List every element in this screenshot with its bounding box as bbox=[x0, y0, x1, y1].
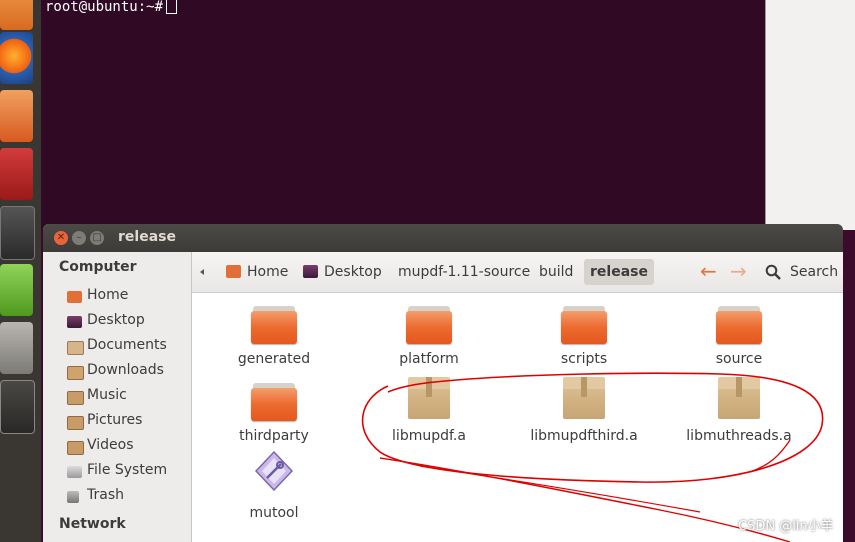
breadcrumb-desktop[interactable]: Desktop bbox=[303, 261, 382, 283]
folder-icon bbox=[561, 306, 607, 344]
sidebar-item-downloads[interactable]: Downloads bbox=[67, 361, 189, 383]
search-icon[interactable] bbox=[765, 264, 781, 280]
close-icon[interactable]: ✕ bbox=[54, 231, 68, 245]
file-item[interactable]: libmupdf.a bbox=[359, 370, 499, 444]
file-manager-window: ✕ – □ release Computer Home Desktop Docu… bbox=[43, 224, 843, 542]
package-icon bbox=[718, 377, 760, 419]
trash-icon bbox=[67, 491, 79, 503]
filesystem-icon bbox=[67, 466, 82, 478]
file-item[interactable]: generated bbox=[204, 293, 344, 367]
sidebar-item-documents[interactable]: Documents bbox=[67, 336, 189, 358]
forward-arrow-icon[interactable]: → bbox=[730, 260, 747, 282]
sidebar-item-pictures[interactable]: Pictures bbox=[67, 411, 189, 433]
file-item[interactable]: libmuthreads.a bbox=[669, 370, 809, 444]
breadcrumb-mupdf-source[interactable]: mupdf-1.11-source bbox=[398, 261, 530, 283]
terminal-window[interactable]: root@ubuntu:~# bbox=[41, 0, 765, 230]
file-item[interactable]: platform bbox=[359, 293, 499, 367]
downloads-icon bbox=[67, 366, 84, 380]
pictures-icon bbox=[67, 416, 84, 430]
window-titlebar[interactable]: ✕ – □ release bbox=[43, 224, 843, 252]
file-item[interactable]: source bbox=[669, 293, 809, 367]
file-item[interactable]: scripts bbox=[514, 293, 654, 367]
package-icon bbox=[563, 377, 605, 419]
breadcrumb-build[interactable]: build bbox=[539, 261, 573, 283]
file-item[interactable]: mutool bbox=[204, 447, 344, 521]
folder-icon bbox=[251, 383, 297, 421]
home-folder-icon bbox=[67, 291, 82, 303]
unity-launcher bbox=[0, 0, 41, 542]
search-button[interactable]: Search bbox=[790, 261, 838, 283]
back-arrow-icon[interactable]: ← bbox=[700, 260, 717, 282]
videos-icon bbox=[67, 441, 84, 455]
launcher-workspace-switcher-icon[interactable] bbox=[0, 380, 35, 434]
folder-icon bbox=[406, 306, 452, 344]
window-title: release bbox=[118, 229, 176, 245]
sidebar-item-music[interactable]: Music bbox=[67, 386, 189, 408]
home-folder-icon bbox=[226, 265, 241, 278]
file-item[interactable]: thirdparty bbox=[204, 370, 344, 444]
terminal-prompt: root@ubuntu:~# bbox=[45, 0, 164, 15]
breadcrumb-home[interactable]: Home bbox=[226, 261, 288, 283]
sidebar-item-videos[interactable]: Videos bbox=[67, 436, 189, 458]
sidebar-heading-computer: Computer bbox=[59, 259, 137, 275]
terminal-cursor bbox=[166, 0, 178, 14]
launcher-system-tool-icon[interactable] bbox=[0, 322, 33, 374]
maximize-icon[interactable]: □ bbox=[90, 231, 104, 245]
launcher-qt-creator-icon[interactable] bbox=[0, 264, 33, 316]
file-view: generated platform scripts source thirdp… bbox=[192, 293, 843, 542]
terminal-text: root@ubuntu:~# bbox=[45, 0, 178, 15]
sidebar-item-trash[interactable]: Trash bbox=[67, 486, 189, 508]
watermark: CSDN @lin小羊 bbox=[738, 519, 834, 534]
documents-icon bbox=[67, 341, 84, 355]
sidebar-heading-network: Network bbox=[59, 516, 126, 532]
launcher-settings-icon[interactable] bbox=[0, 148, 33, 200]
sidebar-item-file-system[interactable]: File System bbox=[67, 461, 189, 483]
launcher-ubuntu-software-icon[interactable] bbox=[0, 0, 33, 30]
launcher-terminal-icon[interactable] bbox=[0, 206, 35, 260]
breadcrumb-scroll-left-icon[interactable] bbox=[200, 269, 204, 275]
folder-icon bbox=[716, 306, 762, 344]
music-icon bbox=[67, 391, 84, 405]
background-window bbox=[765, 0, 855, 230]
sidebar-item-desktop[interactable]: Desktop bbox=[67, 311, 189, 333]
toolbar: Home Desktop mupdf-1.11-source build rel… bbox=[192, 252, 843, 293]
file-item[interactable]: libmupdfthird.a bbox=[514, 370, 654, 444]
launcher-firefox-icon[interactable] bbox=[0, 32, 33, 84]
breadcrumb-release[interactable]: release bbox=[584, 259, 654, 285]
sidebar-item-home[interactable]: Home bbox=[67, 286, 189, 308]
places-sidebar: Computer Home Desktop Documents Download… bbox=[43, 252, 192, 542]
desktop-icon bbox=[303, 265, 318, 278]
minimize-icon[interactable]: – bbox=[72, 231, 86, 245]
package-icon bbox=[408, 377, 450, 419]
desktop-icon bbox=[67, 316, 82, 328]
executable-icon bbox=[254, 451, 294, 491]
launcher-software-center-icon[interactable] bbox=[0, 90, 33, 142]
folder-icon bbox=[251, 306, 297, 344]
